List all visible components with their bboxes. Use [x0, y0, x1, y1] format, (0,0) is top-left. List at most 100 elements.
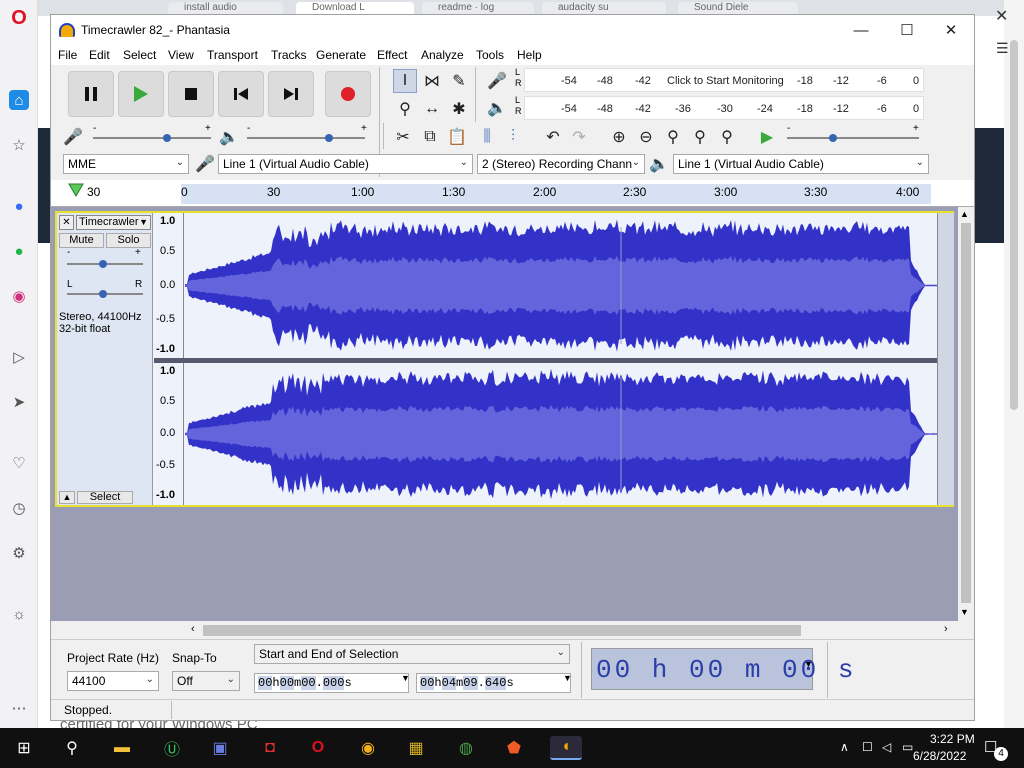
menu-help[interactable]: Help — [517, 48, 542, 62]
menu-file[interactable]: File — [58, 48, 77, 62]
paste-icon[interactable]: 📋 — [445, 125, 469, 149]
dropdown-arrow-icon[interactable]: ▼ — [804, 659, 813, 669]
menu-icon[interactable]: ☰ — [996, 40, 1009, 57]
clock-date[interactable]: 6/28/2022 — [913, 749, 966, 763]
playback-meter[interactable]: -54 -48 -42 -36 -30 -24 -18 -12 -6 0 — [524, 96, 924, 120]
menu-view[interactable]: View — [168, 48, 194, 62]
battery-icon[interactable]: ▭ — [902, 740, 913, 754]
play-at-speed-icon[interactable]: ▶ — [755, 125, 779, 149]
clock-icon[interactable]: ◷ — [9, 498, 29, 518]
audio-position-display[interactable]: 00 h 00 m 00 s ▼ — [591, 648, 853, 690]
menu-select[interactable]: Select — [123, 48, 156, 62]
recording-device-dropdown[interactable]: Line 1 (Virtual Audio Cable) ⌄ — [218, 154, 473, 174]
horizontal-scrollbar[interactable]: ‹ › — [51, 621, 958, 639]
selection-end-time[interactable]: 00h04m09.640s — [416, 673, 571, 693]
selection-tool-icon[interactable]: I — [393, 69, 417, 93]
player-icon[interactable]: ▷ — [9, 347, 29, 367]
snap-to-dropdown[interactable]: Off ⌄ — [172, 671, 240, 691]
menu-effect[interactable]: Effect — [377, 48, 407, 62]
close-button[interactable]: ✕ — [928, 15, 974, 45]
audacity-icon[interactable]: ◖ — [550, 736, 582, 760]
chevron-up-icon[interactable]: ∧ — [840, 740, 849, 754]
skip-to-start-button[interactable] — [218, 71, 264, 117]
time-shift-tool-icon[interactable]: ↔ — [420, 97, 444, 121]
trim-audio-icon[interactable]: ⫼ — [475, 125, 499, 149]
track-close-button[interactable]: ✕ — [59, 215, 74, 230]
teams-icon[interactable]: ▣ — [208, 736, 232, 760]
amplitude-scale-left[interactable]: 1.0 0.5 0.0 -0.5 -1.0 — [154, 213, 184, 359]
draw-tool-icon[interactable]: ✎ — [447, 69, 471, 93]
record-button[interactable] — [325, 71, 371, 117]
audio-track[interactable]: ✕ Timecrawler ▼ Mute Solo - + L R Stereo,… — [55, 211, 954, 507]
solo-button[interactable]: Solo — [106, 233, 151, 248]
zoom-tool-icon[interactable]: ⚲ — [393, 97, 417, 121]
star-icon[interactable]: ☆ — [9, 135, 29, 155]
audio-host-dropdown[interactable]: MME ⌄ — [63, 154, 189, 174]
recording-channels-dropdown[interactable]: 2 (Stereo) Recording Chann ⌄ — [477, 154, 645, 174]
recording-volume-knob[interactable] — [163, 134, 171, 142]
menu-analyze[interactable]: Analyze — [421, 48, 464, 62]
opera-icon[interactable]: O — [306, 736, 330, 760]
start-monitoring-prompt[interactable]: Click to Start Monitoring — [667, 75, 784, 87]
playback-device-dropdown[interactable]: Line 1 (Virtual Audio Cable) ⌄ — [673, 154, 929, 174]
select-track-button[interactable]: Select — [77, 491, 133, 504]
fit-selection-icon[interactable]: ⚲ — [661, 125, 685, 149]
track-area[interactable]: ✕ Timecrawler ▼ Mute Solo - + L R Stereo,… — [51, 207, 958, 621]
vertical-scroll-thumb[interactable] — [961, 223, 971, 603]
menu-generate[interactable]: Generate — [316, 48, 366, 62]
play-button[interactable] — [118, 71, 164, 117]
browser-icon[interactable]: ◉ — [356, 736, 380, 760]
horizontal-scroll-thumb[interactable] — [203, 625, 801, 636]
video-recorder-icon[interactable]: ◘ — [258, 736, 282, 760]
send-icon[interactable]: ➤ — [9, 392, 29, 412]
mute-button[interactable]: Mute — [59, 233, 104, 248]
playback-speed-slider[interactable] — [787, 137, 919, 139]
winrar-icon[interactable]: ▦ — [404, 736, 428, 760]
zoom-out-icon[interactable]: ⊖ — [634, 125, 658, 149]
project-rate-dropdown[interactable]: 44100 ⌄ — [67, 671, 159, 691]
scroll-up-icon[interactable]: ▲ — [960, 209, 969, 219]
vertical-scrollbar[interactable]: ▲ ▼ — [958, 207, 974, 621]
menu-transport[interactable]: Transport — [207, 48, 258, 62]
fit-project-icon[interactable]: ⚲ — [688, 125, 712, 149]
zoom-toggle-icon[interactable]: ⚲ — [715, 125, 739, 149]
whatsapp-icon[interactable]: ● — [9, 241, 29, 261]
stop-button[interactable] — [168, 71, 214, 117]
dropdown-arrow-icon[interactable]: ▼ — [401, 673, 410, 683]
track-menu-button[interactable]: Timecrawler ▼ — [76, 215, 151, 230]
dropdown-arrow-icon[interactable]: ▼ — [563, 673, 572, 683]
search-icon[interactable]: ⚲ — [60, 736, 84, 760]
silence-audio-icon[interactable]: ⫶ — [501, 125, 525, 149]
messenger-icon[interactable]: ● — [9, 196, 29, 216]
home-icon[interactable]: ⌂ — [9, 90, 29, 110]
skip-to-end-button[interactable] — [268, 71, 314, 117]
waveform-left-channel[interactable] — [185, 213, 937, 358]
pause-button[interactable] — [68, 71, 114, 117]
globe-icon[interactable]: ◍ — [454, 736, 478, 760]
scroll-right-icon[interactable]: › — [944, 623, 948, 635]
clock-time[interactable]: 3:22 PM — [930, 732, 975, 746]
windows-start-icon[interactable]: ⊞ — [12, 736, 36, 760]
lightbulb-icon[interactable]: ☼ — [9, 604, 29, 624]
brave-icon[interactable]: ⬟ — [502, 736, 526, 760]
record-meter-microphone-icon[interactable]: 🎤 — [485, 69, 509, 93]
playback-meter-speaker-icon[interactable]: 🔈 — [485, 96, 509, 120]
copy-icon[interactable]: ⧉ — [418, 125, 442, 149]
record-meter[interactable]: -54 -48 -42 Click to Start Monitoring -1… — [524, 68, 924, 92]
zoom-in-icon[interactable]: ⊕ — [607, 125, 631, 149]
cut-icon[interactable]: ✂ — [391, 125, 415, 149]
menu-tools[interactable]: Tools — [476, 48, 504, 62]
file-explorer-icon[interactable]: ▬ — [110, 736, 134, 760]
browser-scrollbar[interactable] — [1004, 0, 1024, 728]
selection-start-time[interactable]: 00h00m00.000s — [254, 673, 409, 693]
upwork-icon[interactable]: Ⓤ — [160, 736, 184, 760]
instagram-icon[interactable]: ◉ — [9, 286, 29, 306]
playback-volume-knob[interactable] — [325, 134, 333, 142]
maximize-button[interactable]: ☐ — [884, 15, 930, 45]
minimize-button[interactable]: — — [838, 15, 884, 45]
recording-volume-slider[interactable] — [93, 137, 211, 139]
gain-knob[interactable] — [99, 260, 107, 268]
multi-tool-icon[interactable]: ✱ — [447, 97, 471, 121]
amplitude-scale-right[interactable]: 1.0 0.5 0.0 -0.5 -1.0 — [154, 363, 184, 505]
more-icon[interactable]: ⋯ — [9, 698, 29, 718]
